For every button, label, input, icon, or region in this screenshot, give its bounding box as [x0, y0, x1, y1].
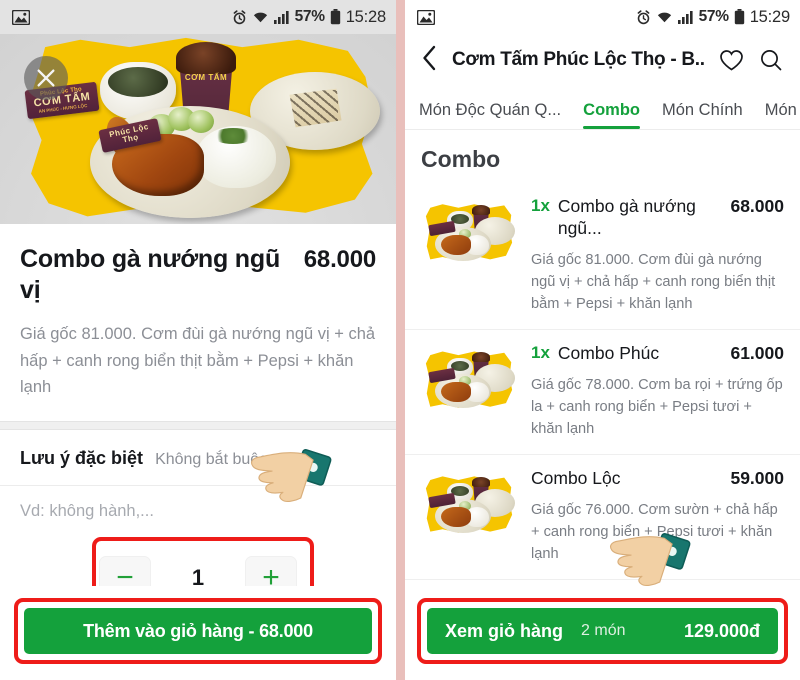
menu-item-thumbnail: [421, 467, 517, 542]
right-status-bar: 57% 15:29: [405, 0, 800, 34]
add-to-cart-annotation-box: Thêm vào giỏ hàng - 68.000: [14, 598, 382, 664]
menu-item-quantity: 1x: [531, 196, 550, 215]
menu-item-price: 68.000: [730, 196, 784, 216]
menu-item-name: Combo gà nướng ngũ...: [557, 196, 696, 239]
menu-item-thumbnail: [421, 195, 517, 269]
cup-brand-label: CƠM TẤM: [184, 73, 228, 82]
alarm-icon: [636, 9, 651, 25]
dish-detail: Combo gà nướng ngũ vị 68.000 Giá gốc 81.…: [0, 224, 396, 402]
wifi-icon: [252, 10, 269, 24]
menu-item-row[interactable]: 1x Combo Phúc 61.000 Giá gốc 78.000. Cơm…: [405, 330, 800, 456]
dual-screenshot: 57% 15:28 CƠM TẤM Thọ CƠM TẤM AN PHÚC - …: [0, 0, 800, 680]
section-divider: [0, 421, 396, 431]
tab-combo[interactable]: Combo: [583, 101, 640, 129]
favorite-button[interactable]: [718, 47, 744, 73]
special-note-input-wrap: [0, 486, 396, 541]
menu-item-price: 61.000: [730, 343, 784, 364]
view-cart-annotation-box: Xem giỏ hàng 2 món 129.000đ: [417, 598, 788, 664]
close-icon: [37, 69, 55, 87]
menu-item-description: Giá gốc 78.000. Cơm ba rọi + trứng ốp la…: [531, 376, 783, 438]
dish-hero-image: CƠM TẤM Phúc Lộc ThọCƠM TẤMAN PHÚC - HƯN…: [0, 34, 396, 224]
clock: 15:28: [345, 7, 386, 26]
battery-icon: [734, 9, 745, 25]
cart-total-price: 129.000đ: [683, 620, 760, 641]
back-chevron-icon: [423, 45, 436, 70]
drink-surface-graphic: [176, 42, 236, 74]
restaurant-title: Cơm Tấm Phúc Lộc Thọ - B...: [452, 49, 704, 70]
tab-mon-chinh[interactable]: Món Chính: [662, 101, 743, 129]
menu-item-name: Combo Phúc: [557, 343, 660, 364]
cart-item-count: 2 món: [581, 622, 626, 639]
menu-item-price: 59.000: [730, 468, 784, 489]
tab-mon-phu[interactable]: Món P: [765, 101, 800, 129]
dish-price: 68.000: [303, 246, 376, 273]
menu-item-name: Combo Lộc: [531, 468, 621, 489]
dish-description: Giá gốc 81.000. Cơm đùi gà nướng ngũ vị …: [20, 325, 376, 397]
menu-item-row[interactable]: 1x Combo gà nướng ngũ... 68.000 Giá gốc …: [405, 183, 800, 331]
pointing-hand-annotation: [610, 533, 691, 587]
cucumber-slice-icon: [188, 110, 214, 133]
right-phone-screen: 57% 15:29 Cơm Tấm Phúc Lộc Thọ - B... Mó…: [405, 0, 800, 680]
clock: 15:29: [749, 7, 790, 26]
menu-category-tabs: Món Độc Quán Q... Combo Món Chính Món P: [405, 86, 800, 130]
pointing-hand-annotation: [251, 449, 332, 503]
search-icon: [761, 50, 782, 71]
add-to-cart-area: Thêm vào giỏ hàng - 68.000: [0, 586, 396, 680]
left-status-bar: 57% 15:28: [0, 0, 396, 34]
view-cart-area: Xem giỏ hàng 2 món 129.000đ: [405, 586, 800, 680]
image-icon: [12, 9, 30, 25]
back-button[interactable]: [421, 45, 438, 76]
menu-item-thumbnail: [421, 342, 517, 417]
menu-item-description: Giá gốc 81.000. Cơm đùi gà nướng ngũ vị …: [531, 251, 776, 313]
add-to-cart-button[interactable]: Thêm vào giỏ hàng - 68.000: [24, 608, 372, 654]
left-phone-screen: 57% 15:28 CƠM TẤM Thọ CƠM TẤM AN PHÚC - …: [0, 0, 396, 680]
battery-percent: 57%: [294, 8, 325, 25]
soup-contents-graphic: [108, 67, 168, 97]
special-note-title: Lưu ý đặc biệt: [20, 448, 144, 469]
battery-icon: [330, 9, 341, 25]
signal-icon: [273, 10, 290, 24]
heart-icon: [719, 49, 743, 70]
dish-title: Combo gà nướng ngũ vị: [20, 245, 281, 304]
search-button[interactable]: [758, 47, 784, 73]
special-note-header: Lưu ý đặc biệt Không bắt buộc: [0, 430, 396, 487]
wifi-icon: [656, 10, 673, 24]
menu-item-quantity: 1x: [531, 343, 550, 363]
restaurant-header: Cơm Tấm Phúc Lộc Thọ - B...: [405, 34, 800, 86]
battery-percent: 57%: [698, 8, 729, 25]
signal-icon: [677, 10, 694, 24]
close-button[interactable]: [24, 56, 68, 100]
panel-divider: [396, 0, 405, 680]
image-icon: [417, 9, 435, 25]
tab-mon-doc-quan[interactable]: Món Độc Quán Q...: [419, 101, 561, 129]
garnish-graphic: [212, 128, 254, 144]
dish-title-row: Combo gà nướng ngũ vị 68.000: [20, 244, 376, 305]
alarm-icon: [232, 9, 247, 25]
view-cart-label: Xem giỏ hàng: [445, 620, 564, 641]
view-cart-button[interactable]: Xem giỏ hàng 2 món 129.000đ: [427, 608, 778, 654]
section-title-combo: Combo: [421, 146, 501, 172]
